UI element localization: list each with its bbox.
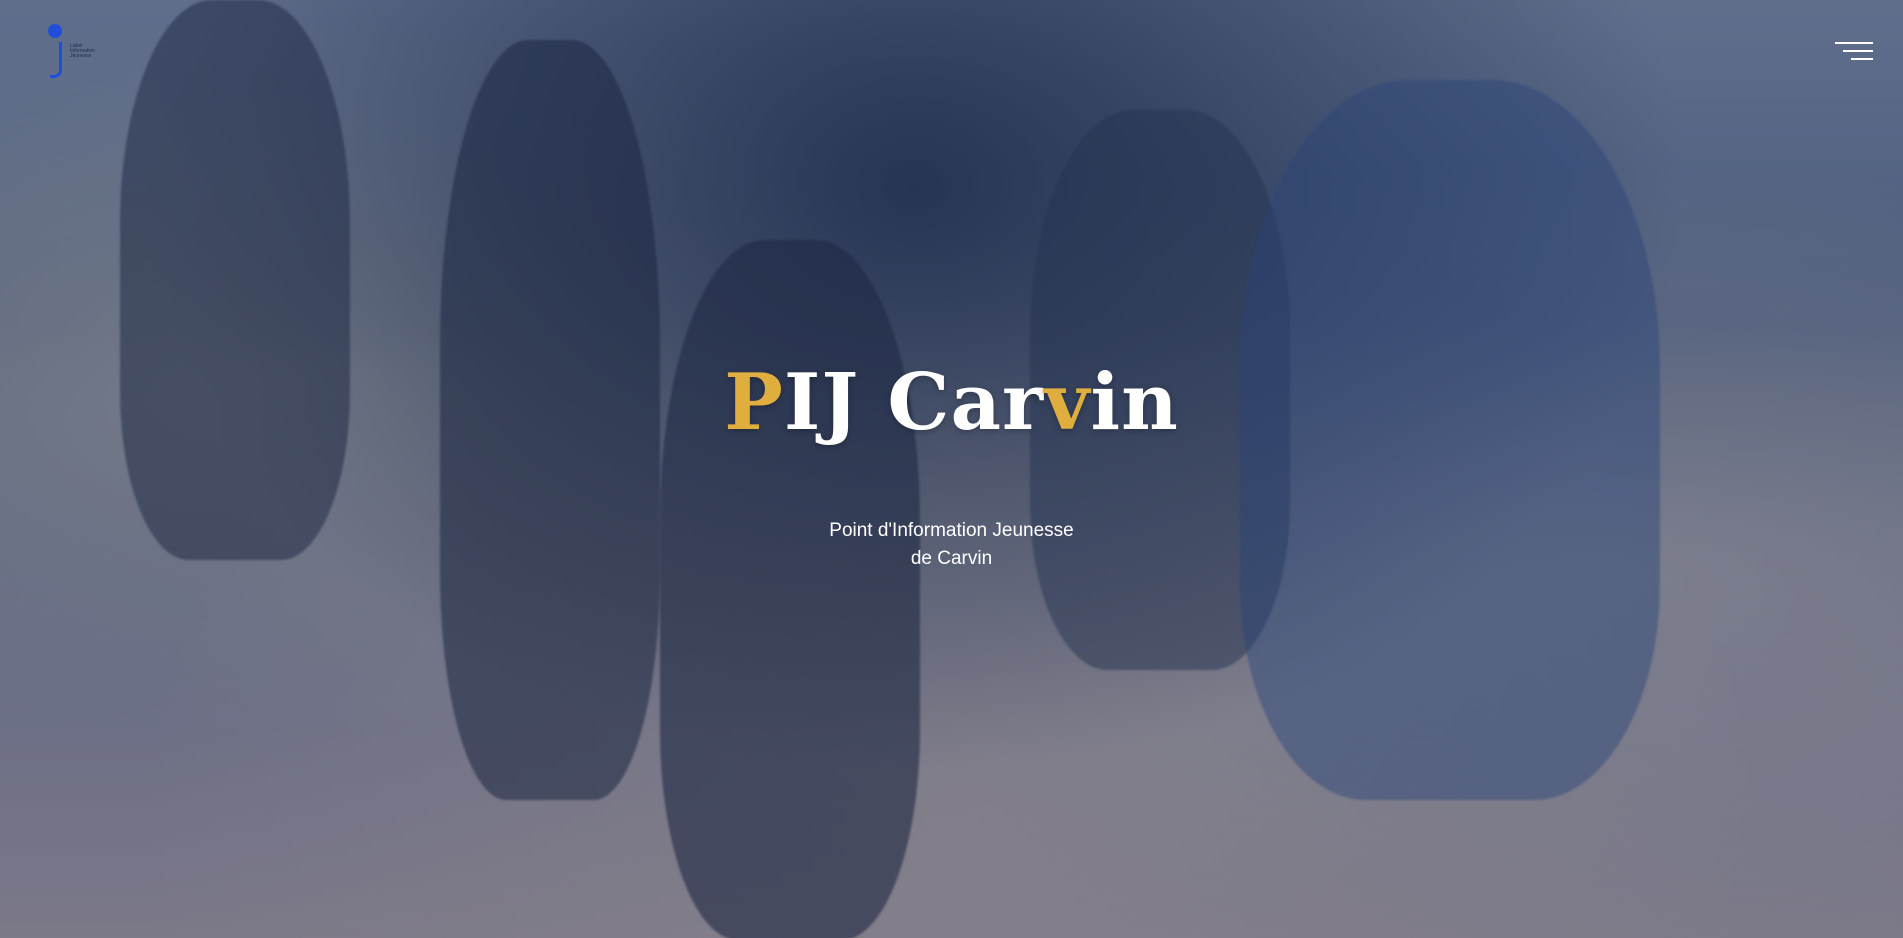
subtitle-line-2: de Carvin bbox=[910, 548, 993, 569]
site-logo[interactable]: Label Information Jeunesse bbox=[44, 22, 108, 82]
title-letter-r: r bbox=[1002, 357, 1045, 448]
title-segment-end: in bbox=[1090, 357, 1179, 448]
logo-caption: Label Information Jeunesse bbox=[70, 43, 96, 59]
hamburger-menu-icon[interactable] bbox=[1835, 40, 1873, 64]
hero-section: Label Information Jeunesse PIJ Carvin Po… bbox=[0, 0, 1903, 938]
hero-overlay bbox=[0, 0, 1903, 938]
subtitle-line-1: Point d'Information Jeunesse bbox=[829, 520, 1074, 541]
title-segment: IJ Ca bbox=[783, 357, 1003, 448]
title-letter-v: v bbox=[1044, 357, 1091, 448]
title-letter-p: P bbox=[724, 357, 784, 448]
page-subtitle: Point d'Information Jeunesse de Carvin bbox=[0, 517, 1903, 573]
page-title: PIJ Carvin bbox=[0, 358, 1903, 448]
info-i-logo-icon bbox=[44, 22, 66, 80]
